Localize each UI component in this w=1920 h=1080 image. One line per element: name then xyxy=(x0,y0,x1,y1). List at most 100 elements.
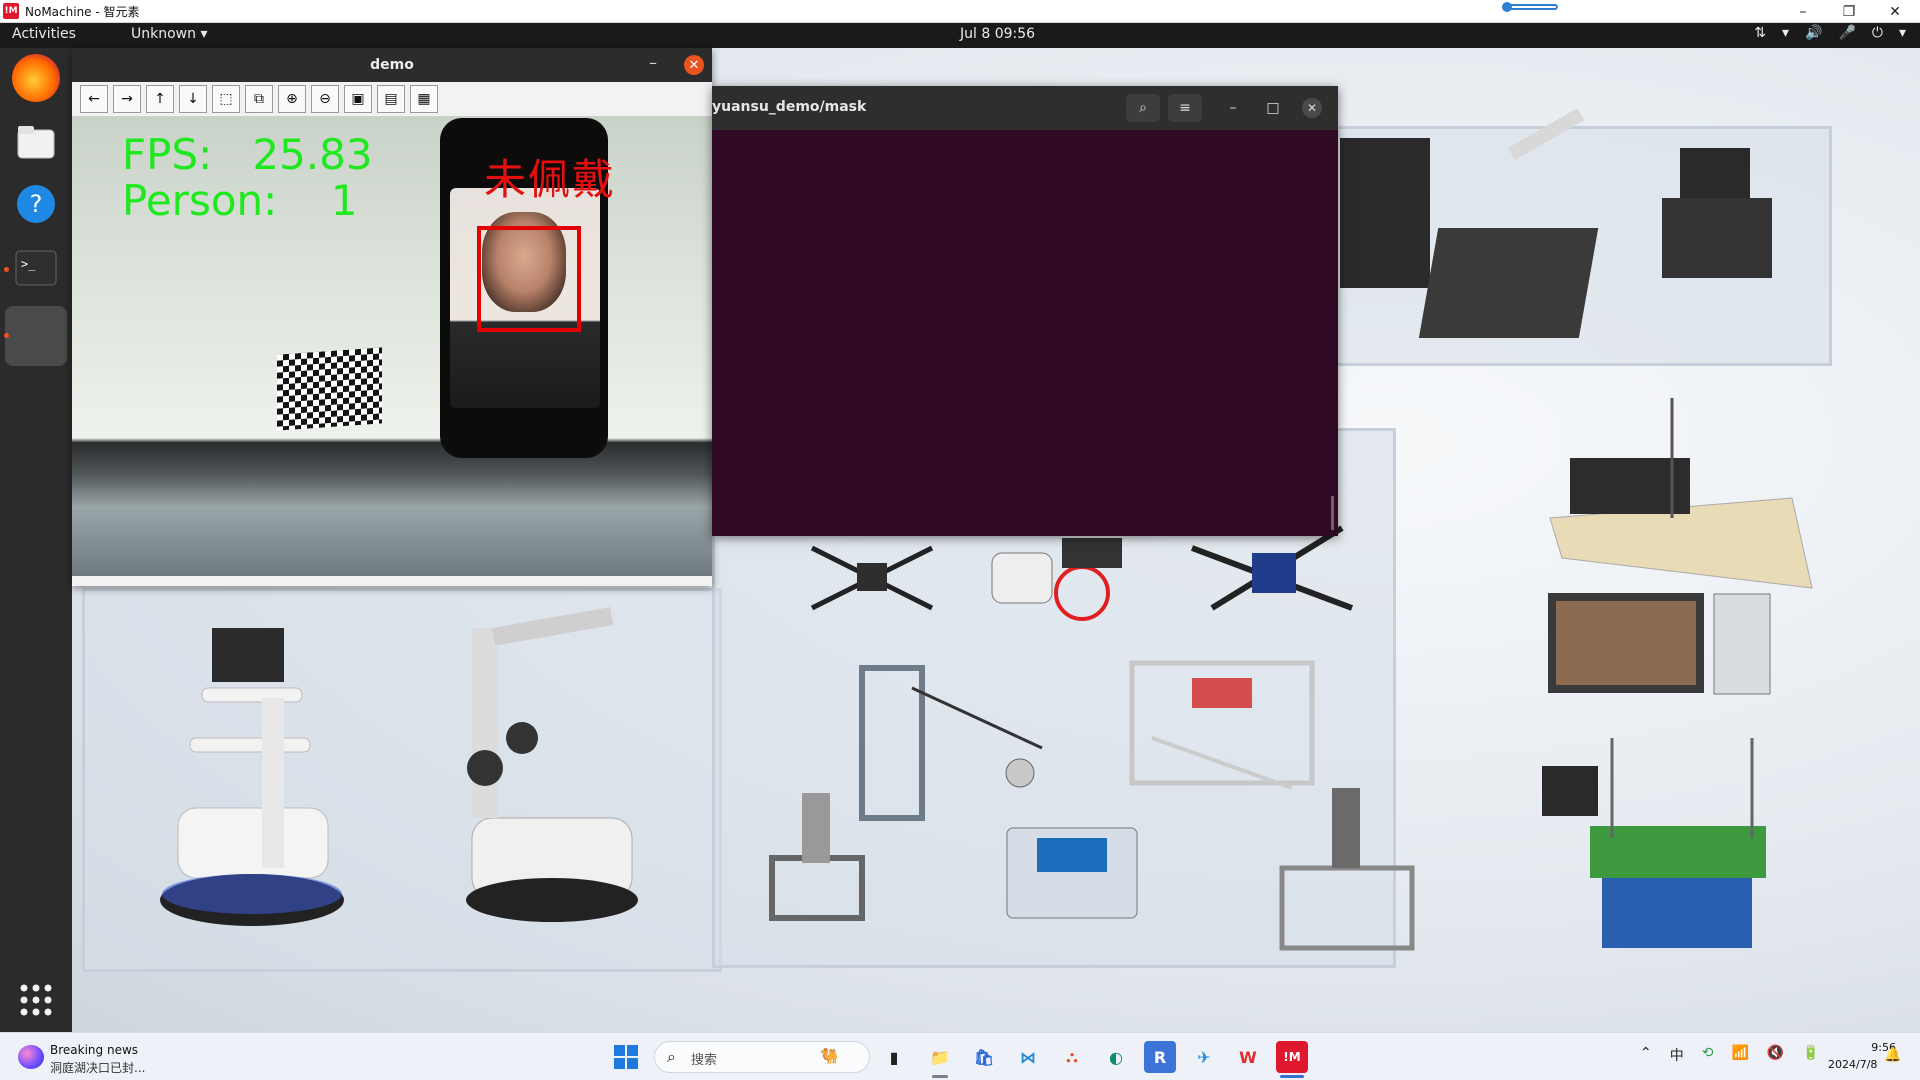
terminal-menu-button[interactable]: ≡ xyxy=(1168,94,1202,122)
nomachine-minimize-button[interactable]: – xyxy=(1780,0,1826,23)
zoom-original-button[interactable]: ⬚ xyxy=(212,85,240,113)
firefox-icon[interactable] xyxy=(12,54,60,102)
demo-window-title: demo xyxy=(370,57,414,73)
save-image-button[interactable]: ▣ xyxy=(344,85,372,113)
desktop-arm-kit xyxy=(1418,107,1599,338)
chevron-down-icon[interactable]: ▾ xyxy=(1899,25,1906,41)
demo-toolbar: ← → ↑ ↓ ⬚ ⧉ ⊕ ⊖ ▣ ▤ ▦ xyxy=(72,82,712,116)
news-widget-title[interactable]: Breaking news xyxy=(50,1043,138,1057)
nomachine-taskbar-icon[interactable]: !M xyxy=(1276,1041,1308,1073)
terminal-icon[interactable]: >_ xyxy=(12,244,60,292)
search-highlight-icon: 🐫 xyxy=(820,1047,839,1065)
file-explorer-icon[interactable]: 📁 xyxy=(924,1041,956,1073)
terminal-header[interactable]: yuansu_demo/mask ⌕ ≡ – □ ✕ xyxy=(712,86,1338,130)
news-widget-subtitle[interactable]: 洞庭湖决口已封... xyxy=(50,1059,145,1076)
terminal-maximize-button[interactable]: □ xyxy=(1256,94,1290,122)
edge-icon[interactable]: ◐ xyxy=(1100,1041,1132,1073)
robot-arm-mobile-base xyxy=(466,607,638,922)
fps-label: FPS: xyxy=(122,130,213,179)
taskbar-system-tray[interactable]: ⌃ 中 ⟲ 📶 🔇 🔋 xyxy=(1640,1045,1820,1065)
nomachine-window-title: NoMachine - 智元素 xyxy=(25,4,140,19)
pan-left-button[interactable]: ← xyxy=(80,85,108,113)
zoom-fit-button[interactable]: ⧉ xyxy=(245,85,273,113)
taskbar-search-box[interactable]: ⌕ 搜索 🐫 xyxy=(654,1041,870,1073)
remote-app-icon[interactable]: R xyxy=(1144,1041,1176,1073)
terminal-search-button[interactable]: ⌕ xyxy=(1126,94,1160,122)
pan-down-button[interactable]: ↓ xyxy=(179,85,207,113)
person-count: 1 xyxy=(330,176,358,225)
robot-car xyxy=(1340,138,1430,288)
nomachine-title-bar: !M NoMachine - 智元素 – ❐ ✕ xyxy=(0,0,1920,23)
demo-window-header[interactable]: demo – ✕ xyxy=(72,48,712,82)
terminal-close-button[interactable]: ✕ xyxy=(1302,98,1322,118)
nomachine-close-button[interactable]: ✕ xyxy=(1872,0,1918,23)
search-placeholder: 搜索 xyxy=(691,1053,718,1068)
overlay-stats: FPS: 25.83 Person: 1 xyxy=(122,132,373,224)
help-icon[interactable]: ? xyxy=(12,180,60,228)
news-widget-icon[interactable] xyxy=(18,1045,44,1069)
terminal-minimize-button[interactable]: – xyxy=(1216,94,1250,122)
humanoid-robot xyxy=(1662,148,1772,278)
demo-minimize-button[interactable]: – xyxy=(649,53,657,72)
control-box xyxy=(1006,827,1138,919)
sync-icon[interactable]: ⟲ xyxy=(1702,1045,1714,1065)
app-menu[interactable]: Unknown ▾ xyxy=(131,26,207,42)
microphone-icon[interactable]: 🎤 xyxy=(1838,25,1855,41)
copy-image-button[interactable]: ▤ xyxy=(377,85,405,113)
system-tray[interactable]: ⇅ ▾ 🔊 🎤 ⏻ ▾ xyxy=(1754,25,1906,41)
zoom-out-button[interactable]: ⊖ xyxy=(311,85,339,113)
fps-value: 25.83 xyxy=(252,130,373,179)
zoom-in-button[interactable]: ⊕ xyxy=(278,85,306,113)
start-button[interactable] xyxy=(614,1045,638,1069)
demo-window-footer xyxy=(72,576,712,586)
properties-button[interactable]: ▦ xyxy=(410,85,438,113)
small-arm-rig xyxy=(769,793,865,921)
delivery-robot xyxy=(160,628,344,926)
active-app-icon[interactable] xyxy=(5,306,67,366)
battery-icon[interactable]: 🔋 xyxy=(1802,1045,1819,1065)
gnome-top-bar: Activities Unknown ▾ Jul 8 09:56 ⇅ ▾ 🔊 🎤… xyxy=(0,23,1920,48)
terminal-title: yuansu_demo/mask xyxy=(712,99,867,115)
vscode-icon[interactable]: ⋈ xyxy=(1012,1041,1044,1073)
xmind-icon[interactable]: ⛬ xyxy=(1056,1041,1088,1073)
pan-up-button[interactable]: ↑ xyxy=(146,85,174,113)
pan-right-button[interactable]: → xyxy=(113,85,141,113)
volume-icon[interactable]: 🔊 xyxy=(1805,25,1822,41)
drone-1 xyxy=(810,545,934,611)
mask-status-label: 未佩戴 xyxy=(484,155,617,204)
terminal-window[interactable]: yuansu_demo/mask ⌕ ≡ – □ ✕ xyxy=(712,86,1338,536)
taskbar-date[interactable]: 2024/7/8 xyxy=(1828,1058,1877,1071)
show-hidden-icons-icon[interactable]: ⌃ xyxy=(1640,1045,1652,1065)
activities-button[interactable]: Activities xyxy=(12,26,76,42)
notification-bell-icon[interactable]: 🔔 xyxy=(1884,1047,1901,1063)
demo-window[interactable]: demo – ✕ ← → ↑ ↓ ⬚ ⧉ ⊕ ⊖ ▣ ▤ ▦ 未佩戴 FPS: … xyxy=(72,48,712,586)
store-icon[interactable]: 🛍 xyxy=(968,1041,1000,1073)
demo-close-button[interactable]: ✕ xyxy=(684,55,704,75)
wifi-icon[interactable]: ▾ xyxy=(1782,25,1789,41)
running-indicator xyxy=(932,1075,948,1078)
terminal-scrollbar[interactable] xyxy=(1331,496,1334,530)
speaker-muted-icon[interactable]: 🔇 xyxy=(1767,1045,1784,1065)
search-icon: ⌕ xyxy=(667,1047,676,1066)
active-indicator xyxy=(1280,1075,1304,1078)
person-label: Person: xyxy=(122,176,278,225)
network-activity-icon[interactable]: ⇅ xyxy=(1754,25,1766,41)
drone-2-controller xyxy=(991,538,1122,621)
checkerboard-target xyxy=(277,347,382,431)
input-method-icon[interactable]: 中 xyxy=(1670,1045,1684,1065)
wifi-icon[interactable]: 📶 xyxy=(1731,1045,1748,1065)
power-icon[interactable]: ⏻ xyxy=(1872,25,1883,41)
nomachine-restore-button[interactable]: ❐ xyxy=(1826,0,1872,23)
ubuntu-dock: ? >_ xyxy=(0,48,72,1032)
task-view-icon[interactable]: ▮ xyxy=(878,1041,910,1073)
show-applications-icon[interactable] xyxy=(12,976,60,1024)
clock[interactable]: Jul 8 09:56 xyxy=(960,26,1035,42)
files-icon[interactable] xyxy=(12,118,60,166)
svg-text:>_: >_ xyxy=(21,257,36,271)
face-detection-box xyxy=(477,226,581,332)
drone-3 xyxy=(1190,525,1354,611)
nomachine-logo-icon: !M xyxy=(3,3,19,19)
wps-icon[interactable]: W xyxy=(1232,1041,1264,1073)
nomachine-drag-handle[interactable] xyxy=(1502,2,1558,12)
feishu-icon[interactable]: ✈ xyxy=(1188,1041,1220,1073)
